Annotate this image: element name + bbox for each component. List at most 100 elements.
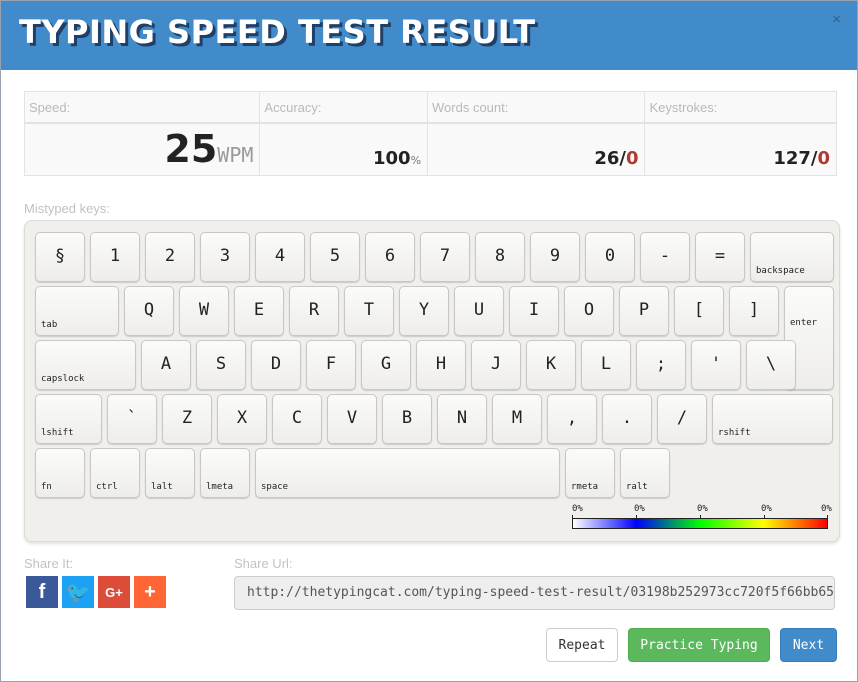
key-label: 3 xyxy=(219,246,231,266)
key-label: L xyxy=(600,354,612,374)
facebook-icon[interactable]: f xyxy=(26,576,58,608)
key-char[interactable]: M xyxy=(492,394,542,444)
key-char[interactable]: I xyxy=(509,286,559,336)
key-char[interactable]: A xyxy=(141,340,191,390)
key-char[interactable]: P xyxy=(619,286,669,336)
key-char[interactable]: B xyxy=(382,394,432,444)
key-char[interactable]: 6 xyxy=(365,232,415,282)
key-char[interactable]: 3 xyxy=(200,232,250,282)
key-label: [ xyxy=(693,300,705,320)
key-label: 6 xyxy=(384,246,396,266)
key-char[interactable]: 0 xyxy=(585,232,635,282)
words-value: 26/0 xyxy=(594,148,639,169)
key-char[interactable]: V xyxy=(327,394,377,444)
key-char[interactable]: 8 xyxy=(475,232,525,282)
twitter-icon[interactable]: 🐦 xyxy=(62,576,94,608)
key-char[interactable]: \ xyxy=(746,340,796,390)
more-share-icon[interactable]: + xyxy=(134,576,166,608)
close-icon[interactable]: × xyxy=(832,11,841,28)
key-char[interactable]: [ xyxy=(674,286,724,336)
words-stat: Words count: 26/0 xyxy=(428,92,646,175)
next-button[interactable]: Next xyxy=(780,628,837,662)
keystrokes-label: Keystrokes: xyxy=(645,92,837,124)
keystrokes-errors: 0 xyxy=(817,148,831,169)
repeat-button[interactable]: Repeat xyxy=(546,628,618,662)
key-char[interactable]: H xyxy=(416,340,466,390)
key-char[interactable]: D xyxy=(251,340,301,390)
key-char[interactable]: 9 xyxy=(530,232,580,282)
key-char[interactable]: W xyxy=(179,286,229,336)
key-char[interactable]: 4 xyxy=(255,232,305,282)
key-lshift[interactable]: lshift xyxy=(35,394,102,444)
key-rmeta[interactable]: rmeta xyxy=(565,448,615,498)
key-fn[interactable]: fn xyxy=(35,448,85,498)
key-char[interactable]: C xyxy=(272,394,322,444)
key-char[interactable]: 7 xyxy=(420,232,470,282)
key-rshift[interactable]: rshift xyxy=(712,394,833,444)
key-char[interactable]: 1 xyxy=(90,232,140,282)
mistyped-keys-label: Mistyped keys: xyxy=(24,201,110,216)
key-char[interactable]: - xyxy=(640,232,690,282)
scale-label: 0% xyxy=(572,504,583,514)
keystrokes-value: 127/0 xyxy=(773,148,831,169)
share-label: Share It: xyxy=(24,556,74,571)
key-char[interactable]: Y xyxy=(399,286,449,336)
key-label: lshift xyxy=(41,428,74,438)
key-char[interactable]: O xyxy=(564,286,614,336)
key-char[interactable]: 5 xyxy=(310,232,360,282)
key-char[interactable]: T xyxy=(344,286,394,336)
key-char[interactable]: G xyxy=(361,340,411,390)
key-label: T xyxy=(363,300,375,320)
key-char[interactable]: § xyxy=(35,232,85,282)
key-label: tab xyxy=(41,320,58,330)
key-char[interactable]: . xyxy=(602,394,652,444)
key-capslock[interactable]: capslock xyxy=(35,340,136,390)
key-char[interactable]: 2 xyxy=(145,232,195,282)
key-char[interactable]: Q xyxy=(124,286,174,336)
key-label: 5 xyxy=(329,246,341,266)
key-char[interactable]: J xyxy=(471,340,521,390)
key-char[interactable]: E xyxy=(234,286,284,336)
key-label: M xyxy=(511,408,523,428)
practice-typing-button[interactable]: Practice Typing xyxy=(628,628,770,662)
key-char[interactable]: U xyxy=(454,286,504,336)
accuracy-unit: % xyxy=(410,154,422,167)
key-char[interactable]: ' xyxy=(691,340,741,390)
key-char[interactable]: N xyxy=(437,394,487,444)
key-char[interactable]: Z xyxy=(162,394,212,444)
key-label: H xyxy=(435,354,447,374)
key-char[interactable]: / xyxy=(657,394,707,444)
key-space[interactable]: space xyxy=(255,448,560,498)
key-label: lalt xyxy=(151,482,173,492)
key-label: 9 xyxy=(549,246,561,266)
key-char[interactable]: R xyxy=(289,286,339,336)
key-char[interactable]: X xyxy=(217,394,267,444)
key-char[interactable]: K xyxy=(526,340,576,390)
key-label: ctrl xyxy=(96,482,118,492)
google-plus-icon[interactable]: G+ xyxy=(98,576,130,608)
share-url-field[interactable]: http://thetypingcat.com/typing-speed-tes… xyxy=(234,576,835,610)
modal-header: TYPING SPEED TEST RESULT × xyxy=(1,1,857,70)
key-lmeta[interactable]: lmeta xyxy=(200,448,250,498)
color-scale-bar xyxy=(572,518,828,529)
key-backspace[interactable]: backspace xyxy=(750,232,834,282)
key-ctrl[interactable]: ctrl xyxy=(90,448,140,498)
key-label: space xyxy=(261,482,289,492)
key-char[interactable]: ] xyxy=(729,286,779,336)
key-label: ' xyxy=(710,354,722,374)
key-ralt[interactable]: ralt xyxy=(620,448,670,498)
key-tab[interactable]: tab xyxy=(35,286,119,336)
key-char[interactable]: F xyxy=(306,340,356,390)
key-char[interactable]: S xyxy=(196,340,246,390)
key-char[interactable]: ` xyxy=(107,394,157,444)
key-label: I xyxy=(528,300,540,320)
key-label: . xyxy=(621,408,633,428)
accuracy-label: Accuracy: xyxy=(260,92,428,124)
key-char[interactable]: L xyxy=(581,340,631,390)
scale-label: 0% xyxy=(821,504,832,514)
key-lalt[interactable]: lalt xyxy=(145,448,195,498)
key-char[interactable]: , xyxy=(547,394,597,444)
key-char[interactable]: = xyxy=(695,232,745,282)
key-char[interactable]: ; xyxy=(636,340,686,390)
key-label: rshift xyxy=(718,428,751,438)
